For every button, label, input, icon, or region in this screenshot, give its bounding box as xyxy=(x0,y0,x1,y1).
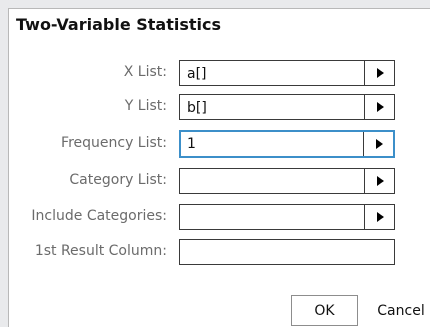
y-list-label: Y List: xyxy=(124,98,167,114)
x-list-value: a[] xyxy=(187,66,207,82)
include-categories-field[interactable] xyxy=(179,204,395,230)
y-list-value: b[] xyxy=(187,100,207,116)
cancel-button[interactable]: Cancel xyxy=(366,295,430,326)
x-list-field[interactable]: a[] xyxy=(179,60,395,86)
include-categories-label: Include Categories: xyxy=(31,208,167,224)
triangle-right-icon xyxy=(376,102,384,112)
frequency-list-value: 1 xyxy=(187,136,196,152)
category-list-dropdown-button[interactable] xyxy=(364,169,394,193)
triangle-right-icon xyxy=(376,68,384,78)
x-list-dropdown-button[interactable] xyxy=(364,61,394,85)
frequency-list-field[interactable]: 1 xyxy=(179,130,395,158)
y-list-dropdown-button[interactable] xyxy=(364,95,394,119)
y-list-field[interactable]: b[] xyxy=(179,94,395,120)
x-list-label: X List: xyxy=(123,64,167,80)
category-list-label: Category List: xyxy=(69,172,167,188)
first-result-column-input[interactable] xyxy=(179,239,395,265)
frequency-list-label: Frequency List: xyxy=(61,135,167,151)
triangle-right-icon xyxy=(376,176,384,186)
triangle-right-icon xyxy=(376,212,384,222)
triangle-right-icon xyxy=(375,139,383,149)
two-variable-statistics-dialog: Two-Variable Statistics X List: a[] Y Li… xyxy=(8,8,430,327)
include-categories-dropdown-button[interactable] xyxy=(364,205,394,229)
frequency-list-dropdown-button[interactable] xyxy=(363,132,393,156)
category-list-field[interactable] xyxy=(179,168,395,194)
dialog-title: Two-Variable Statistics xyxy=(16,15,222,34)
first-result-column-label: 1st Result Column: xyxy=(34,243,167,259)
ok-button[interactable]: OK xyxy=(291,295,358,326)
